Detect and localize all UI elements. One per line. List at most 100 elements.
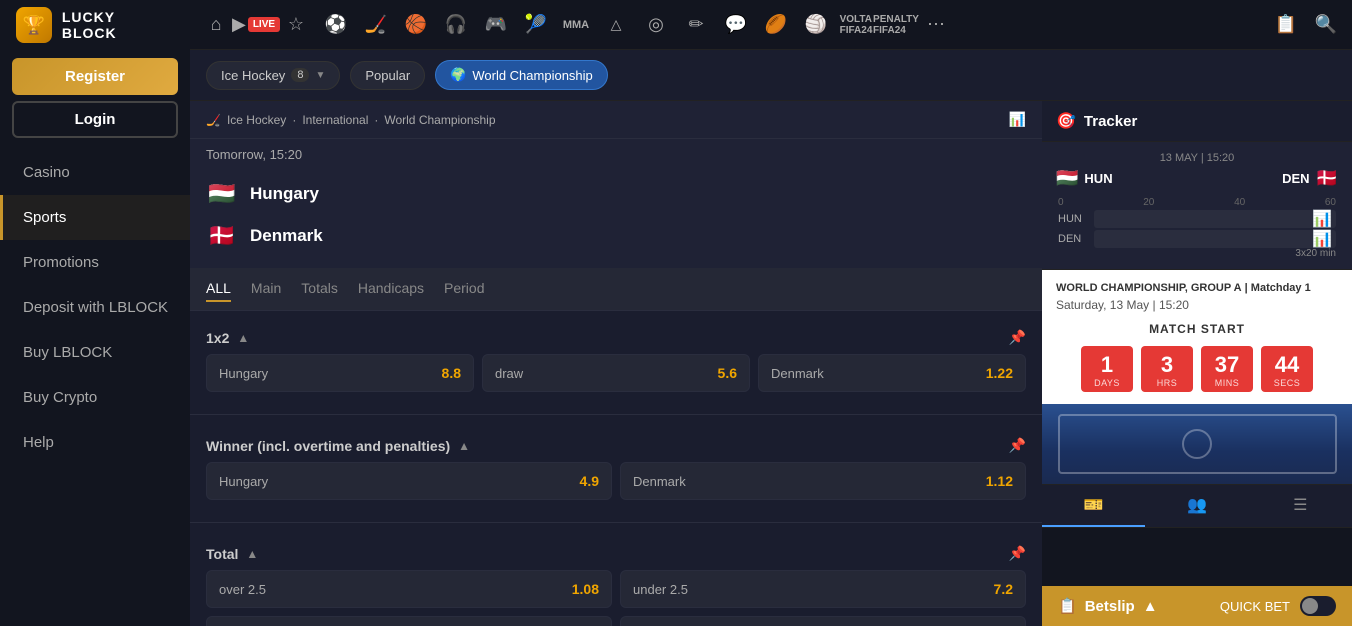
odd-denmark[interactable]: Denmark 1.22	[758, 354, 1026, 392]
odd-winner-hungary[interactable]: Hungary 4.9	[206, 462, 612, 500]
tracker-period: 3x20 min	[1056, 248, 1338, 259]
pin-icon-winner[interactable]: 📌	[1009, 437, 1026, 454]
odd-w-hungary-label: Hungary	[219, 474, 268, 489]
odd-hungary[interactable]: Hungary 8.8	[206, 354, 474, 392]
sport-filter-chip[interactable]: Ice Hockey 8 ▼	[206, 61, 340, 90]
odd-under-2-5-value: 7.2	[994, 581, 1013, 597]
countdown-secs-label: SECS	[1265, 378, 1309, 388]
pyramid-icon[interactable]: △	[598, 7, 634, 43]
odd-under-3-5[interactable]: under 3.5 4.0	[620, 616, 1026, 626]
live-icon[interactable]: ▶LIVE	[238, 7, 274, 43]
market-1x2-header[interactable]: 1x2 ▲ 📌	[206, 321, 1026, 354]
market-1x2-arrow: ▲	[237, 331, 249, 345]
tracker-icon: 🎯	[1056, 111, 1076, 131]
logo-text: LUCKY BLOCK	[62, 9, 174, 41]
sidebar-item-buy-crypto[interactable]: Buy Crypto	[0, 375, 190, 420]
volleyball-icon[interactable]: 🏐	[798, 7, 834, 43]
sidebar-item-buy-lblock[interactable]: Buy LBLOCK	[0, 330, 190, 375]
den-bar-icon: 📊	[1312, 229, 1332, 249]
countdown-mins: 37 MINS	[1201, 346, 1253, 392]
odd-draw[interactable]: draw 5.6	[482, 354, 750, 392]
countdown-hrs-label: HRS	[1145, 378, 1189, 388]
hun-label: HUN	[1058, 210, 1094, 228]
score-team2-flag: 🇩🇰	[1316, 168, 1338, 189]
sport-filter-label: Ice Hockey	[221, 68, 285, 83]
basketball-icon[interactable]: 🏀	[398, 7, 434, 43]
market-total-header[interactable]: Total ▲ 📌	[206, 537, 1026, 570]
odd-under-2-5[interactable]: under 2.5 7.2	[620, 570, 1026, 608]
tab-totals[interactable]: Totals	[301, 276, 338, 302]
odd-over-3-5[interactable]: over 3.5 1.22	[206, 616, 612, 626]
hun-bar: 📊	[1094, 210, 1336, 228]
field-visualization	[1042, 404, 1352, 484]
pin-icon[interactable]: 📌	[1009, 329, 1026, 346]
tracker-bar-labels: 0 20 40 60	[1056, 197, 1338, 208]
chat-icon[interactable]: 💬	[718, 7, 754, 43]
stats-bar-icon[interactable]: 📊	[1009, 111, 1026, 128]
breadcrumb: 🏒 Ice Hockey · International · World Cha…	[206, 113, 496, 127]
quick-bet-toggle[interactable]	[1300, 596, 1336, 616]
countdown-days-num: 1	[1085, 354, 1129, 376]
market-separator-2	[190, 522, 1042, 523]
favorites-icon[interactable]: ☆	[278, 7, 314, 43]
field-center-circle	[1182, 429, 1212, 459]
tennis-icon[interactable]: 🎾	[518, 7, 554, 43]
popular-filter-chip[interactable]: Popular	[350, 61, 425, 90]
odds-row-1x2: Hungary 8.8 draw 5.6 Denmark 1.22	[206, 354, 1026, 392]
match-info-box: WORLD CHAMPIONSHIP, GROUP A | Matchday 1…	[1042, 270, 1352, 404]
rugby-icon[interactable]: 🏉	[758, 7, 794, 43]
register-button[interactable]: Register	[12, 58, 178, 95]
tab-main[interactable]: Main	[251, 276, 281, 302]
sidebar-item-casino[interactable]: Casino	[0, 150, 190, 195]
team1-row: 🇭🇺 Hungary	[206, 178, 1026, 210]
target-icon[interactable]: ◎	[638, 7, 674, 43]
penalty-icon[interactable]: PENALTYFIFA24	[878, 7, 914, 43]
tab-all[interactable]: ALL	[206, 276, 231, 302]
team2-row: 🇩🇰 Denmark	[206, 220, 1026, 252]
headset-icon[interactable]: 🎧	[438, 7, 474, 43]
tracker-tab-list[interactable]: ☰	[1249, 485, 1352, 527]
hockey-icon[interactable]: 🏒	[358, 7, 394, 43]
breadcrumb-category: International	[302, 113, 368, 127]
quick-bet-label: QUICK BET	[1220, 599, 1290, 614]
pen-icon[interactable]: ✏	[678, 7, 714, 43]
esports-icon[interactable]: 🎮	[478, 7, 514, 43]
tracker-tab-ticket[interactable]: 🎫	[1042, 485, 1145, 527]
sidebar-item-deposit[interactable]: Deposit with LBLOCK	[0, 285, 190, 330]
more-icon[interactable]: ⋯	[918, 7, 954, 43]
market-1x2: 1x2 ▲ 📌 Hungary 8.8 draw 5.6 Denm	[190, 311, 1042, 410]
odd-winner-denmark[interactable]: Denmark 1.12	[620, 462, 1026, 500]
betslip-nav-icon[interactable]: 📋	[1268, 7, 1304, 43]
countdown-mins-label: MINS	[1205, 378, 1249, 388]
team1-name: Hungary	[250, 184, 319, 204]
tab-handicaps[interactable]: Handicaps	[358, 276, 424, 302]
mma-icon[interactable]: MMA	[558, 7, 594, 43]
volta-icon[interactable]: VOLTAFIFA24	[838, 7, 874, 43]
market-winner-arrow: ▲	[458, 439, 470, 453]
logo-area: 🏆 LUCKY BLOCK	[0, 0, 190, 50]
pin-icon-total[interactable]: 📌	[1009, 545, 1026, 562]
odd-w-hungary-value: 4.9	[580, 473, 599, 489]
odd-over-2-5[interactable]: over 2.5 1.08	[206, 570, 612, 608]
soccer-icon[interactable]: ⚽	[318, 7, 354, 43]
countdown-hrs: 3 HRS	[1141, 346, 1193, 392]
market-winner-header[interactable]: Winner (incl. overtime and penalties) ▲ …	[206, 429, 1026, 462]
content-area: 🏒 Ice Hockey · International · World Cha…	[190, 101, 1352, 626]
odds-row-total-2: over 3.5 1.22 under 3.5 4.0	[206, 616, 1026, 626]
tracker-tab-players[interactable]: 👥	[1145, 485, 1248, 527]
team2-name: Denmark	[250, 226, 323, 246]
breadcrumb-sport: Ice Hockey	[227, 113, 286, 127]
login-button[interactable]: Login	[12, 101, 178, 138]
countdown-days: 1 DAYS	[1081, 346, 1133, 392]
sidebar-item-sports[interactable]: Sports	[0, 195, 190, 240]
top-nav: ⌂ ▶LIVE ☆ ⚽ 🏒 🏀 🎧 🎮 🎾 MMA △ ◎ ✏ 💬 🏉 🏐 VO…	[190, 0, 1352, 50]
live-badge: LIVE	[248, 17, 280, 32]
sidebar-item-promotions[interactable]: Promotions	[0, 240, 190, 285]
search-nav-icon[interactable]: 🔍	[1308, 7, 1344, 43]
sidebar-item-help[interactable]: Help	[0, 420, 190, 465]
home-icon[interactable]: ⌂	[198, 7, 234, 43]
betslip-icon: 📋	[1058, 597, 1077, 615]
tab-period[interactable]: Period	[444, 276, 484, 302]
betslip-bar[interactable]: 📋 Betslip ▲ QUICK BET	[1042, 586, 1352, 626]
world-championship-chip[interactable]: 🌍 World Championship	[435, 60, 608, 90]
